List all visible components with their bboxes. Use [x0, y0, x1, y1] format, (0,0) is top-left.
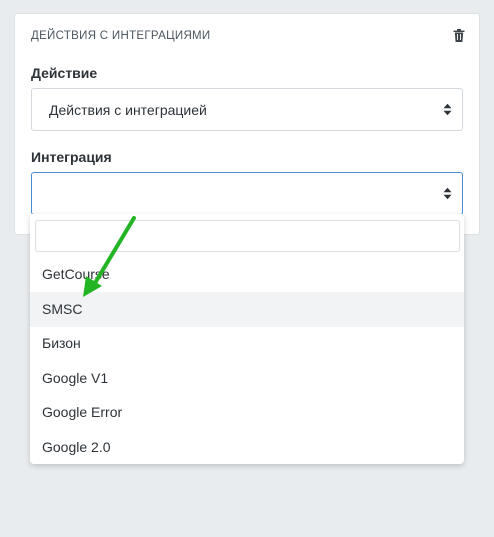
- action-select[interactable]: Действия с интеграцией: [31, 88, 463, 131]
- option-google-v1[interactable]: Google V1: [30, 361, 464, 396]
- action-label: Действие: [31, 65, 98, 81]
- dropdown-search-input[interactable]: [35, 220, 460, 252]
- option-google-2[interactable]: Google 2.0: [30, 430, 464, 465]
- integration-dropdown: GetCourse SMSC Бизон Google V1 Google Er…: [30, 214, 464, 464]
- integration-actions-card: ДЕЙСТВИЯ С ИНТЕГРАЦИЯМИ Действие Действи…: [14, 13, 480, 235]
- integration-label: Интеграция: [31, 149, 112, 165]
- action-select-value: Действия с интеграцией: [49, 102, 207, 118]
- trash-icon[interactable]: [453, 29, 465, 42]
- card-title: ДЕЙСТВИЯ С ИНТЕГРАЦИЯМИ: [31, 30, 211, 42]
- option-google-error[interactable]: Google Error: [30, 395, 464, 430]
- option-smsc[interactable]: SMSC: [30, 292, 464, 327]
- sort-caret-icon: [443, 103, 452, 116]
- option-bizon[interactable]: Бизон: [30, 326, 464, 361]
- integration-select[interactable]: [31, 172, 463, 215]
- sort-caret-icon: [443, 187, 452, 200]
- option-getcourse[interactable]: GetCourse: [30, 257, 464, 292]
